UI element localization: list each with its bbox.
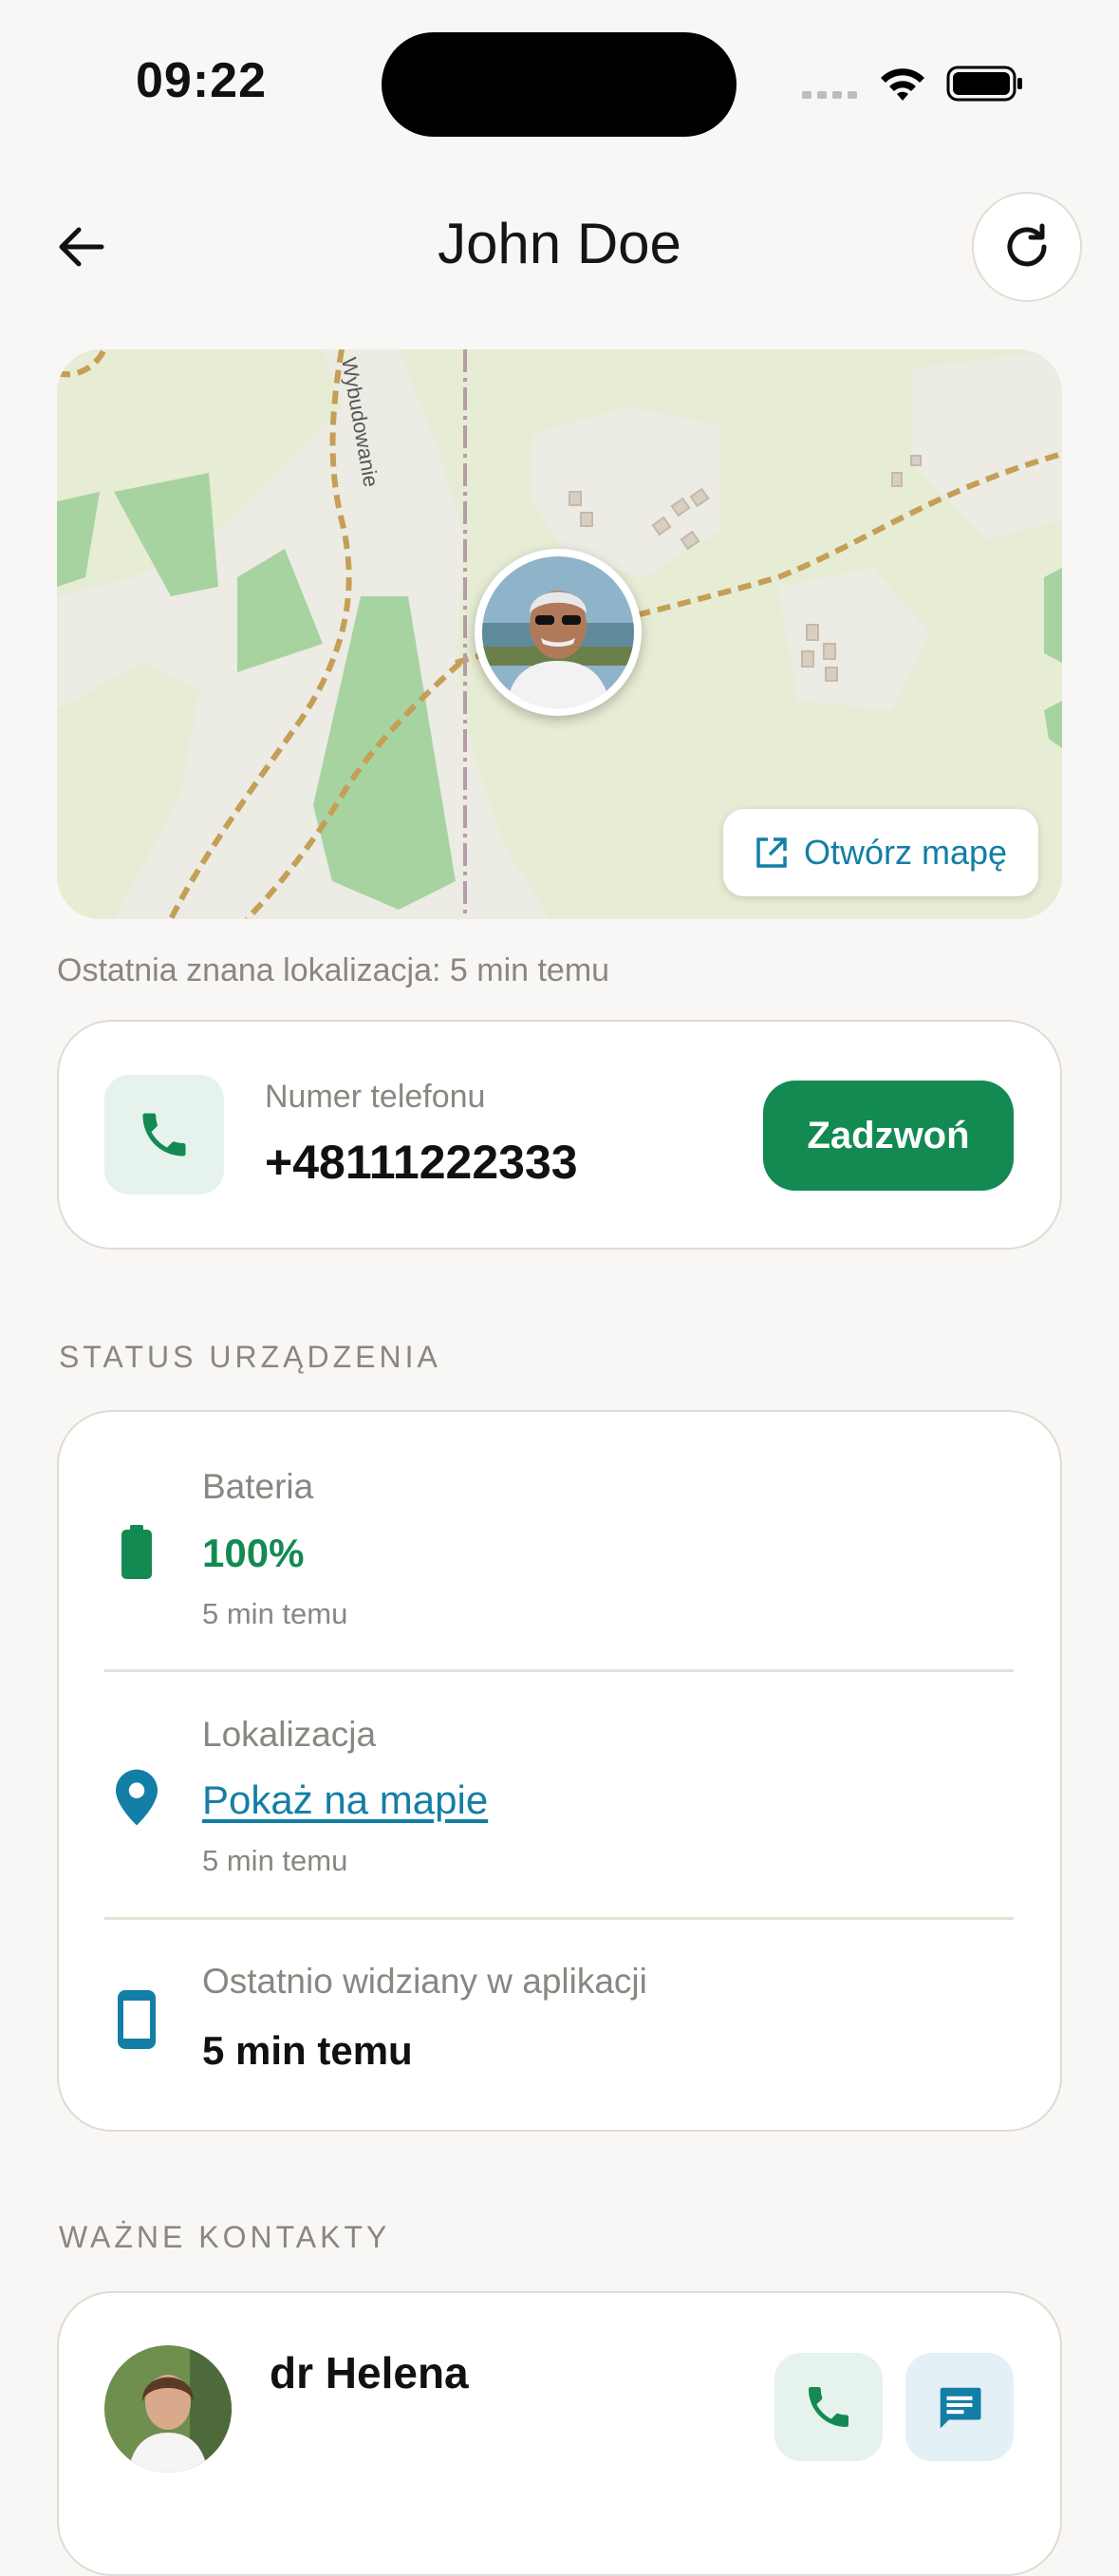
message-icon [940, 2387, 981, 2429]
contact-name: dr Helena [270, 2348, 469, 2397]
battery-icon [103, 1519, 170, 1586]
page-title: John Doe [438, 212, 681, 275]
show-on-map-link[interactable]: Pokaż na mapie [202, 1777, 488, 1823]
phone-label: Numer telefonu [265, 1079, 486, 1115]
refresh-icon [1007, 223, 1047, 267]
device-status-card [57, 1410, 1062, 2132]
divider [104, 1669, 1014, 1672]
battery-icon [946, 66, 1022, 102]
device-status-header: STATUS URZĄDZENIA [59, 1340, 441, 1374]
contact-message-button[interactable] [905, 2353, 1014, 2461]
wifi-icon [881, 68, 924, 101]
location-label: Lokalizacja [202, 1715, 377, 1754]
battery-time: 5 min temu [202, 1597, 348, 1630]
location-pin-icon [103, 1764, 170, 1831]
dynamic-island [382, 32, 737, 137]
external-link-icon [756, 837, 787, 868]
open-map-label: Otwórz mapę [803, 833, 1008, 872]
avatar [104, 2345, 232, 2473]
call-button[interactable]: Zadzwoń [763, 1081, 1014, 1191]
open-map-button[interactable]: Otwórz mapę [723, 809, 1038, 896]
phone-icon-box [104, 1075, 224, 1194]
last-location-text: Ostatnia znana lokalizacja: 5 min temu [57, 952, 610, 988]
contacts-header: WAŻNE KONTAKTY [59, 2220, 391, 2254]
phone-number: +48111222333 [265, 1136, 578, 1189]
refresh-button[interactable] [972, 192, 1082, 302]
status-time: 09:22 [136, 53, 267, 108]
battery-value: 100% [202, 1531, 305, 1575]
smartphone-icon [103, 1986, 170, 2053]
user-location-avatar[interactable] [475, 549, 642, 716]
last-seen-value: 5 min temu [202, 2028, 413, 2073]
last-seen-label: Ostatnio widziany w aplikacji [202, 1962, 647, 2001]
divider [104, 1917, 1014, 1920]
location-time: 5 min temu [202, 1844, 348, 1877]
contact-call-button[interactable] [774, 2353, 883, 2461]
signal-icon [802, 91, 857, 99]
phone-icon [142, 1113, 186, 1156]
battery-label: Bateria [202, 1467, 314, 1506]
avatar [482, 556, 634, 708]
phone-icon [809, 2387, 849, 2427]
